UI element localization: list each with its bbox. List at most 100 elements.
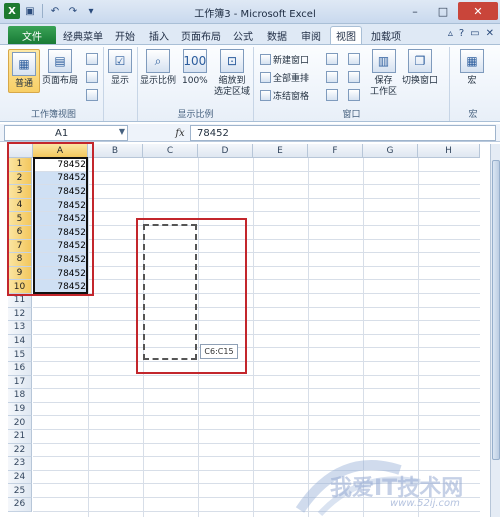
help-icon[interactable]: ?: [459, 28, 464, 39]
gridline: [33, 333, 480, 335]
gridline: [33, 415, 480, 417]
redo-icon[interactable]: ↷: [65, 3, 81, 19]
row-header-1[interactable]: 1: [8, 158, 32, 172]
row-header-19[interactable]: 19: [8, 402, 32, 417]
sync-scroll-icon[interactable]: [348, 71, 360, 83]
tab-formulas[interactable]: 公式: [228, 26, 258, 44]
page-layout-icon: ▤: [48, 49, 72, 73]
maximize-button[interactable]: □: [430, 2, 456, 20]
group-macros: ▦ 宏 宏: [450, 47, 496, 121]
column-header-c[interactable]: C: [143, 144, 198, 158]
row-header-23[interactable]: 23: [8, 457, 32, 471]
tab-view[interactable]: 视图: [330, 26, 362, 44]
column-header-e[interactable]: E: [253, 144, 308, 158]
scrollbar-thumb[interactable]: [492, 160, 500, 460]
page-layout-view-button[interactable]: ▤ 页面布局: [42, 49, 78, 87]
reset-window-icon[interactable]: [348, 89, 360, 101]
arrange-all-button[interactable]: 全部重排: [260, 71, 309, 84]
gridline: [33, 347, 480, 349]
row-header-21[interactable]: 21: [8, 430, 32, 444]
normal-view-button[interactable]: ▦ 普通: [8, 49, 40, 93]
row-header-8[interactable]: 8: [8, 253, 32, 267]
zoom-to-selection-button[interactable]: ⊡ 缩放到 选定区域: [214, 49, 250, 98]
new-window-button[interactable]: 新建窗口: [260, 53, 309, 66]
custom-views-icon[interactable]: [86, 71, 98, 83]
row-header-11[interactable]: 11: [8, 294, 32, 308]
page-break-preview-icon[interactable]: [86, 53, 98, 65]
column-header-g[interactable]: G: [363, 144, 418, 158]
save-workspace-button[interactable]: ▥ 保存 工作区: [370, 49, 397, 98]
column-header-d[interactable]: D: [198, 144, 253, 158]
row-header-10[interactable]: 10: [8, 280, 32, 294]
save-icon[interactable]: ▣: [22, 3, 38, 19]
tab-file[interactable]: 文件: [8, 26, 56, 44]
row-header-22[interactable]: 22: [8, 443, 32, 458]
show-icon: ☑: [108, 49, 132, 73]
row-header-17[interactable]: 17: [8, 375, 32, 390]
tab-page-layout[interactable]: 页面布局: [178, 26, 224, 44]
column-header-b[interactable]: B: [88, 144, 143, 158]
zoom-100-button[interactable]: 100 100%: [182, 49, 208, 87]
row-header-18[interactable]: 18: [8, 389, 32, 403]
group-workbook-views: ▦ 普通 ▤ 页面布局 工作簿视图: [4, 47, 104, 121]
row-header-6[interactable]: 6: [8, 226, 32, 240]
row-header-14[interactable]: 14: [8, 334, 32, 349]
tab-add-ins[interactable]: 加载项: [366, 26, 406, 44]
switch-window-button[interactable]: ❐ 切换窗口: [402, 49, 438, 87]
close-button[interactable]: ✕: [458, 2, 498, 20]
minimize-ribbon-icon[interactable]: ▵: [448, 28, 453, 39]
name-box-dropdown-icon[interactable]: ▼: [119, 127, 125, 136]
unhide-icon[interactable]: [326, 89, 338, 101]
gridline: [33, 306, 480, 308]
restore-icon[interactable]: ▭: [470, 28, 479, 39]
split-icon[interactable]: [326, 53, 338, 65]
formula-value: 78452: [197, 127, 229, 139]
close-workbook-icon[interactable]: ✕: [486, 28, 494, 39]
tab-classic-menu[interactable]: 经典菜单: [60, 26, 106, 44]
column-header-h[interactable]: H: [418, 144, 480, 158]
view-side-by-side-icon[interactable]: [348, 53, 360, 65]
row-header-25[interactable]: 25: [8, 484, 32, 498]
row-header-5[interactable]: 5: [8, 212, 32, 226]
tab-home[interactable]: 开始: [110, 26, 140, 44]
hide-icon[interactable]: [326, 71, 338, 83]
row-header-12[interactable]: 12: [8, 307, 32, 322]
gridline: [33, 197, 480, 199]
row-header-4[interactable]: 4: [8, 198, 32, 213]
row-header-15[interactable]: 15: [8, 348, 32, 362]
row-header-2[interactable]: 2: [8, 171, 32, 186]
row-header-24[interactable]: 24: [8, 470, 32, 485]
tab-data[interactable]: 数据: [262, 26, 292, 44]
macros-button[interactable]: ▦ 宏: [460, 49, 484, 87]
full-screen-icon[interactable]: [86, 89, 98, 101]
new-window-label: 新建窗口: [273, 56, 310, 66]
name-box[interactable]: A1 ▼: [4, 125, 128, 141]
customize-icon[interactable]: ▾: [83, 3, 99, 19]
formula-input[interactable]: 78452: [190, 125, 496, 141]
gridline: [33, 279, 480, 281]
column-header-f[interactable]: F: [308, 144, 363, 158]
zoom-button[interactable]: ⌕ 显示比例: [140, 49, 176, 87]
tab-insert[interactable]: 插入: [144, 26, 174, 44]
insert-function-icon[interactable]: fx: [172, 125, 188, 141]
tab-review[interactable]: 审阅: [296, 26, 326, 44]
row-header-26[interactable]: 26: [8, 498, 32, 512]
row-header-3[interactable]: 3: [8, 185, 32, 199]
freeze-panes-button[interactable]: 冻结窗格: [260, 89, 309, 102]
row-header-13[interactable]: 13: [8, 321, 32, 335]
show-button[interactable]: ☑ 显示: [108, 49, 132, 87]
row-header-7[interactable]: 7: [8, 239, 32, 254]
row-header-20[interactable]: 20: [8, 416, 32, 430]
excel-app-icon[interactable]: X: [4, 3, 20, 19]
undo-icon[interactable]: ↶: [47, 3, 63, 19]
minimize-button[interactable]: –: [402, 2, 428, 20]
gridline: [33, 225, 480, 226]
ribbon-tabs: 文件 经典菜单 开始 插入 页面布局 公式 数据 审阅 视图 加载项 ▵ ? ▭…: [0, 24, 500, 44]
row-header-16[interactable]: 16: [8, 362, 32, 376]
gridline: [33, 252, 480, 254]
quick-access-toolbar: X ▣ ↶ ↷ ▾: [4, 3, 99, 19]
select-all-corner[interactable]: [8, 144, 33, 158]
column-header-a[interactable]: A: [33, 144, 88, 158]
row-header-9[interactable]: 9: [8, 266, 32, 281]
watermark-url: www.52ij.com: [390, 498, 460, 509]
